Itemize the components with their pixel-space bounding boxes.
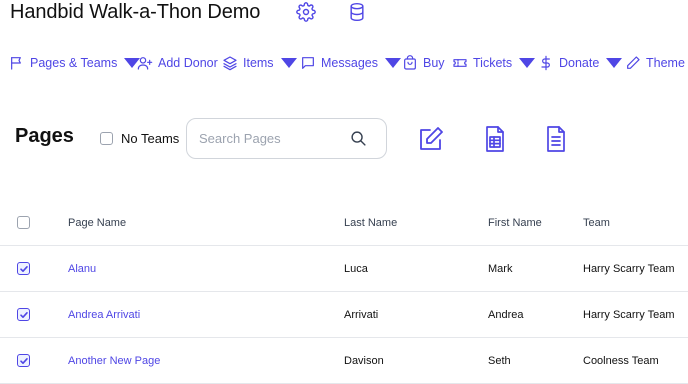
nav-messages[interactable]: Messages [300, 52, 401, 74]
database-icon[interactable] [347, 2, 367, 22]
check-icon [20, 312, 28, 318]
spreadsheet-icon[interactable] [482, 126, 508, 152]
user-plus-icon [137, 57, 153, 70]
select-all-checkbox[interactable] [17, 216, 30, 229]
nav-pages-teams[interactable]: Pages & Teams [9, 52, 141, 74]
nav-tickets[interactable]: Tickets [452, 52, 536, 74]
row-checkbox[interactable] [17, 308, 30, 321]
first-name-cell: Mark [488, 263, 513, 275]
table-row: Another New Page Davison Seth Coolness T… [0, 338, 688, 384]
team-cell: Coolness Team [583, 355, 659, 367]
message-icon [302, 57, 314, 69]
search-box [186, 118, 387, 159]
nav-buy[interactable]: Buy [402, 52, 445, 74]
first-name-cell: Andrea [488, 309, 524, 321]
page-name-link[interactable]: Andrea Arrivati [68, 292, 140, 338]
edit-icon[interactable] [418, 126, 444, 152]
chevron-down-icon [280, 58, 297, 68]
nav-donate[interactable]: Donate [538, 52, 623, 74]
nav-add-donor[interactable]: Add Donor [137, 52, 218, 74]
no-teams-toggle[interactable]: No Teams [100, 131, 179, 146]
nav-messages-label: Messages [321, 56, 378, 70]
shopping-bag-icon [404, 55, 416, 70]
last-name-cell: Arrivati [344, 309, 379, 321]
nav-pages-teams-label: Pages & Teams [30, 56, 118, 70]
nav-tickets-label: Tickets [473, 56, 513, 70]
team-cell: Harry Scarry Team [583, 309, 675, 321]
check-icon [20, 266, 28, 272]
first-name-cell: Seth [488, 355, 511, 367]
layers-icon [223, 56, 237, 71]
column-header-last-name[interactable]: Last Name [344, 200, 397, 246]
chevron-down-icon [519, 58, 536, 68]
nav-theme[interactable]: Theme [625, 52, 685, 74]
search-input[interactable] [199, 119, 349, 158]
column-header-page-name[interactable]: Page Name [68, 200, 126, 246]
gear-icon[interactable] [296, 2, 316, 22]
page-name-link[interactable]: Alanu [68, 246, 96, 292]
nav-donate-label: Donate [559, 56, 600, 70]
no-teams-checkbox[interactable] [100, 132, 113, 145]
page-title: Pages [15, 125, 74, 147]
table-row: Alanu Luca Mark Harry Scarry Team [0, 246, 688, 292]
nav-theme-label: Theme [646, 56, 685, 70]
nav-buy-label: Buy [423, 56, 445, 70]
app-title: Handbid Walk-a-Thon Demo [10, 1, 261, 23]
column-header-first-name[interactable]: First Name [488, 200, 542, 246]
page-name-link[interactable]: Another New Page [68, 338, 160, 384]
nav-add-donor-label: Add Donor [158, 56, 218, 70]
nav-items[interactable]: Items [222, 52, 297, 74]
table-header-row: Page Name Last Name First Name Team [0, 200, 688, 246]
ticket-icon [453, 59, 467, 67]
table-row: Andrea Arrivati Arrivati Andrea Harry Sc… [0, 292, 688, 338]
row-checkbox[interactable] [17, 262, 30, 275]
no-teams-label: No Teams [121, 131, 180, 146]
last-name-cell: Luca [344, 263, 368, 275]
document-icon[interactable] [543, 126, 569, 152]
dollar-icon [541, 55, 550, 71]
chevron-down-icon [606, 58, 623, 68]
last-name-cell: Davison [344, 355, 384, 367]
column-header-team[interactable]: Team [583, 200, 610, 246]
nav-items-label: Items [243, 56, 274, 70]
flag-icon [11, 57, 21, 70]
row-checkbox[interactable] [17, 354, 30, 367]
pen-icon [627, 56, 640, 69]
search-icon[interactable] [350, 130, 367, 147]
check-icon [20, 358, 28, 364]
team-cell: Harry Scarry Team [583, 263, 675, 275]
main-nav: Pages & Teams Add Donor Items Messages B… [0, 52, 688, 74]
chevron-down-icon [384, 58, 401, 68]
